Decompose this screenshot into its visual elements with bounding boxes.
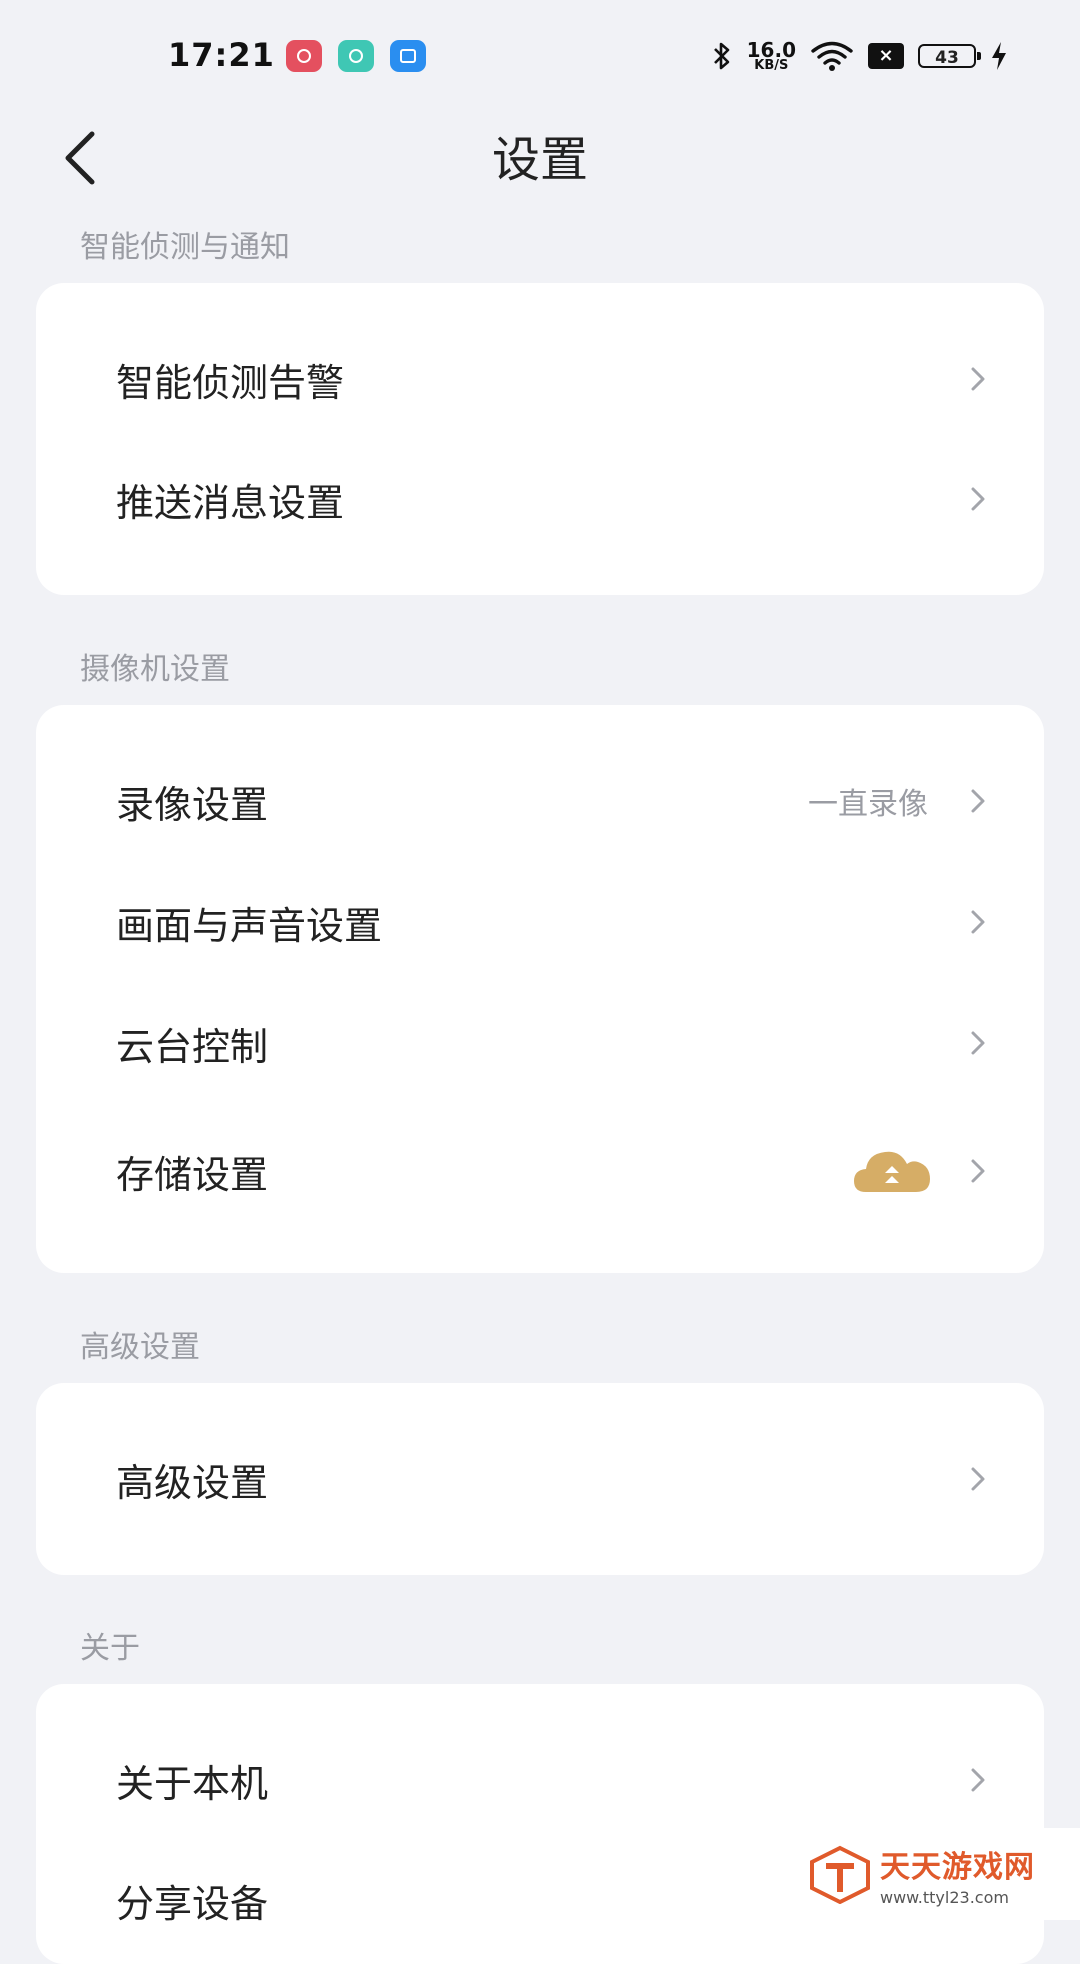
row-value: 一直录像 — [808, 787, 928, 822]
row-ptz-control[interactable]: 云台控制 — [36, 993, 1044, 1093]
chevron-right-icon — [971, 1768, 985, 1792]
row-storage-settings[interactable]: 存储设置 — [36, 1121, 1044, 1221]
battery-icon: 43 — [918, 44, 981, 68]
notification-app-icon-red — [286, 40, 322, 72]
row-label: 录像设置 — [116, 782, 269, 827]
row-recording-settings[interactable]: 录像设置 一直录像 — [36, 751, 1044, 851]
net-speed: 16.0 KB/S — [746, 37, 796, 73]
card-camera: 录像设置 一直录像 画面与声音设置 云台控制 存储设置 — [36, 705, 1044, 1273]
watermark-name: 天天游戏网 — [880, 1849, 1035, 1885]
row-label: 智能侦测告警 — [116, 360, 345, 405]
row-label: 推送消息设置 — [116, 480, 345, 525]
watermark: 天天游戏网 www.ttyl23.com — [790, 1828, 1080, 1920]
chevron-right-icon — [971, 1159, 985, 1183]
row-label: 高级设置 — [116, 1460, 269, 1505]
notification-app-icon-teal — [338, 40, 374, 72]
battery-level: 43 — [935, 48, 959, 68]
card-detection: 智能侦测告警 推送消息设置 — [36, 283, 1044, 595]
row-label: 关于本机 — [116, 1761, 269, 1806]
row-smart-detection-alarm[interactable]: 智能侦测告警 — [36, 329, 1044, 429]
chevron-right-icon — [971, 367, 985, 391]
chevron-right-icon — [971, 910, 985, 934]
header: 设置 — [0, 112, 1080, 232]
status-icons: 16.0 KB/S × 43 — [711, 36, 1008, 76]
section-label-advanced: 高级设置 — [80, 1330, 200, 1365]
page-title: 设置 — [491, 132, 588, 188]
charging-icon — [992, 42, 1006, 70]
notification-app-icon-blue — [390, 40, 426, 72]
row-label: 分享设备 — [116, 1881, 269, 1926]
row-push-message-settings[interactable]: 推送消息设置 — [36, 449, 1044, 549]
row-picture-sound-settings[interactable]: 画面与声音设置 — [36, 872, 1044, 972]
cloud-upload-icon — [854, 1151, 930, 1192]
section-label-about: 关于 — [80, 1631, 140, 1666]
wifi-icon — [811, 41, 853, 71]
section-label-detection: 智能侦测与通知 — [80, 230, 290, 265]
status-bar: 17:21 16.0 KB/S × 43 — [0, 0, 1080, 112]
watermark-url: www.ttyl23.com — [880, 1887, 1009, 1907]
watermark-logo-icon — [810, 1845, 870, 1904]
net-speed-unit: KB/S — [754, 57, 789, 73]
chevron-right-icon — [971, 487, 985, 511]
row-label: 画面与声音设置 — [116, 903, 383, 948]
status-time: 17:21 — [168, 36, 275, 74]
no-sim-icon: × — [868, 43, 904, 69]
card-about: 关于本机 分享设备 — [36, 1684, 1044, 1964]
net-speed-value: 16.0 — [746, 37, 796, 62]
section-label-camera: 摄像机设置 — [80, 652, 230, 687]
bluetooth-icon — [713, 42, 729, 70]
chevron-right-icon — [971, 1467, 985, 1491]
card-advanced: 高级设置 — [36, 1383, 1044, 1575]
row-advanced-settings[interactable]: 高级设置 — [36, 1429, 1044, 1529]
chevron-right-icon — [971, 1031, 985, 1055]
chevron-right-icon — [971, 789, 985, 813]
row-about-device[interactable]: 关于本机 — [36, 1730, 1044, 1830]
row-label: 云台控制 — [116, 1024, 269, 1069]
row-label: 存储设置 — [116, 1152, 269, 1197]
